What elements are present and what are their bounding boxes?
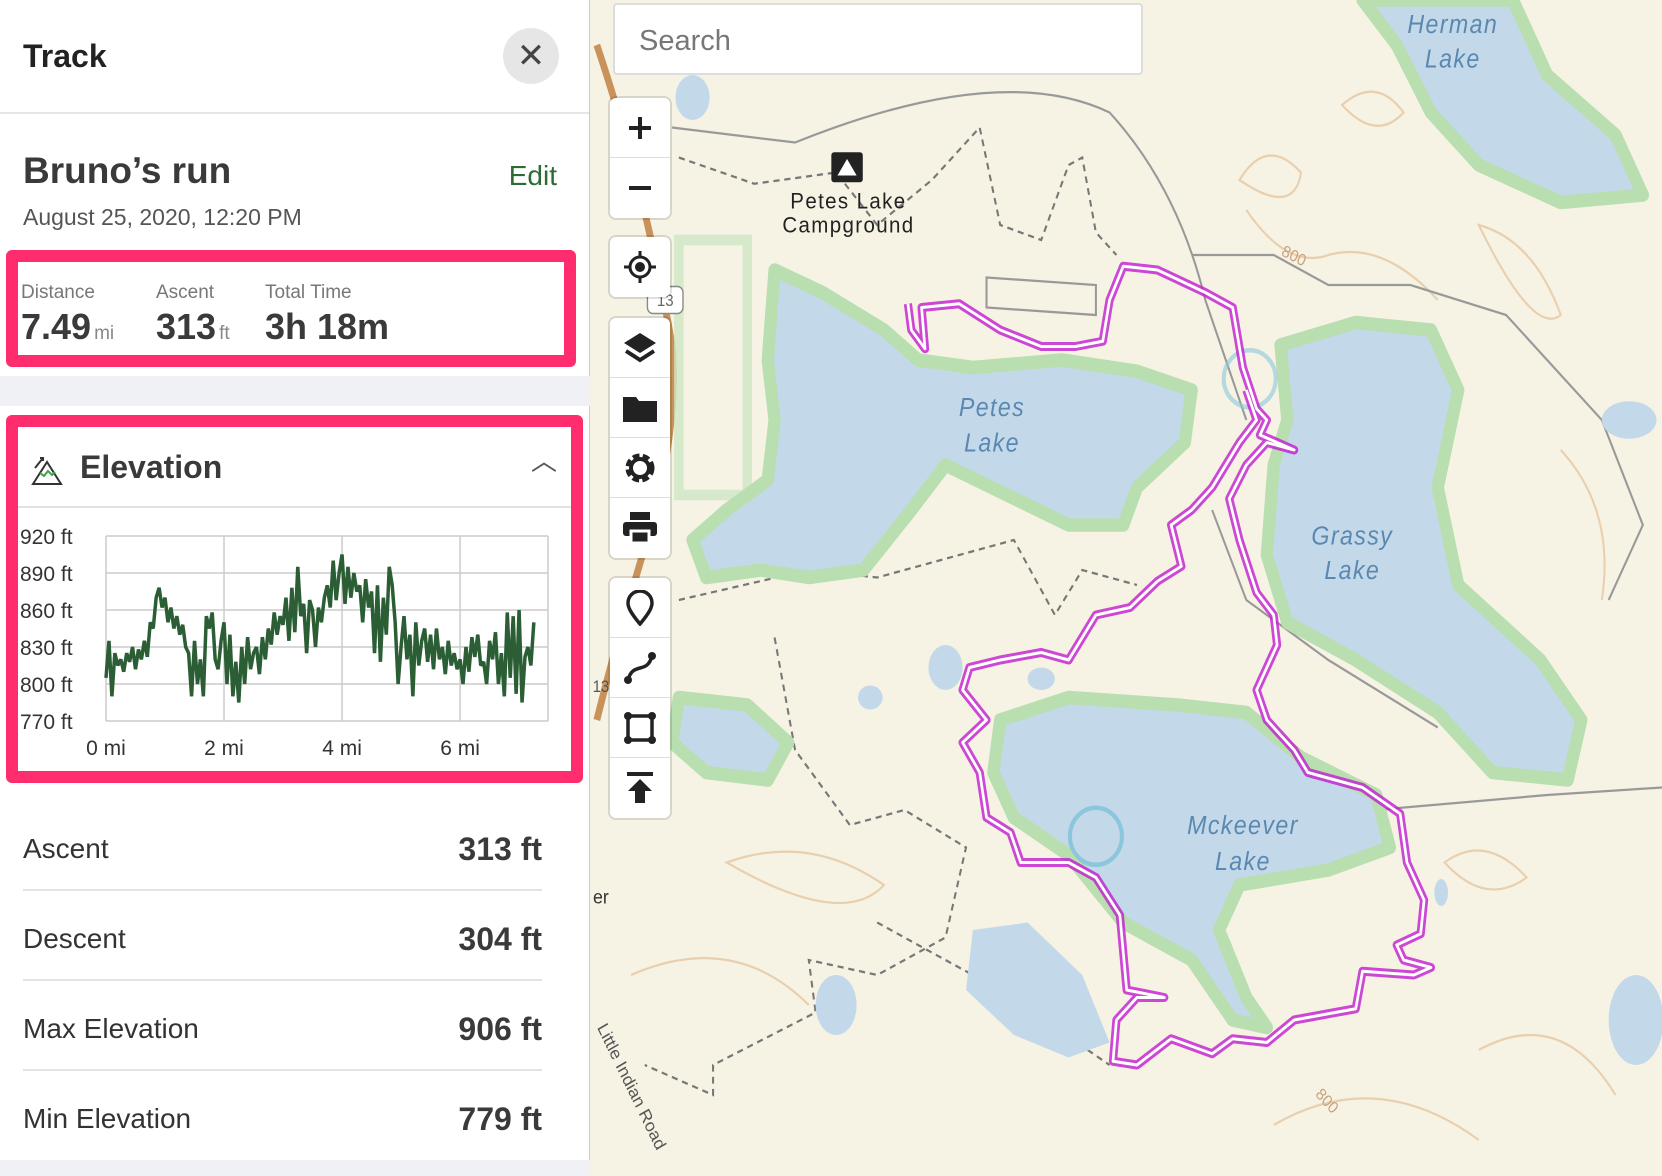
polygon-square-icon: [624, 711, 656, 744]
summary-stats-highlight: Distance 7.49 mi Ascent 313 ft Total Time 3h …: [6, 250, 576, 367]
stat-row-max-elevation: Max Elevation 906 ft: [23, 981, 542, 1071]
x-tick-label: 0 mi: [86, 737, 126, 760]
panel-footer: [0, 1160, 590, 1176]
y-tick-label: 890 ft: [20, 563, 73, 586]
x-tick-label: 6 mi: [440, 737, 480, 760]
section-divider: [0, 376, 590, 406]
y-tick-label: 830 ft: [20, 637, 73, 660]
x-tick-label: 4 mi: [322, 737, 362, 760]
layers-button[interactable]: [610, 318, 670, 378]
stat-row-value: 906 ft: [458, 1011, 542, 1047]
map-label-mckeever-lake: Mckeever: [1187, 812, 1299, 840]
map-label-campground: Petes Lake: [790, 189, 906, 214]
stat-label: Distance: [21, 282, 95, 303]
elevation-title: Elevation: [80, 449, 223, 485]
elevation-header[interactable]: Elevation ︿: [18, 427, 571, 508]
stat-value: 7.49: [21, 306, 92, 347]
map-label-petes-lake: Petes: [959, 394, 1025, 422]
y-tick-label: 800 ft: [20, 674, 73, 697]
map-label-mckeever-lake: Lake: [1215, 848, 1271, 876]
gear-icon: [625, 453, 655, 482]
map-pin-icon: [626, 589, 654, 626]
map-label-herman-lake: Herman: [1407, 11, 1498, 39]
panel-title: Track: [23, 38, 107, 74]
close-button[interactable]: ✕: [503, 28, 559, 84]
zoom-controls: [610, 98, 670, 218]
stat-row-label: Min Elevation: [23, 1103, 192, 1134]
stat-row-value: 313 ft: [458, 831, 542, 867]
print-button[interactable]: [610, 498, 670, 558]
panel-header: Track ✕: [0, 0, 589, 114]
settings-button[interactable]: [610, 438, 670, 498]
stat-row-min-elevation: Min Elevation 779 ft: [23, 1071, 542, 1161]
stat-value: 313: [156, 306, 217, 347]
upload-icon: [627, 772, 653, 803]
stat-label: Total Time: [265, 282, 352, 303]
add-marker-button[interactable]: [610, 578, 670, 638]
stat-row-value: 304 ft: [458, 921, 542, 957]
stat-row-label: Max Elevation: [23, 1013, 199, 1044]
stat-row-label: Descent: [23, 923, 126, 954]
stat-row-descent: Descent 304 ft: [23, 891, 542, 981]
stat-unit: mi: [94, 323, 115, 344]
edit-link[interactable]: Edit: [509, 160, 557, 192]
folder-button[interactable]: [610, 378, 670, 438]
stat-ascent: Ascent 313 ft: [156, 282, 230, 348]
stat-value: 3h 18m: [265, 306, 390, 347]
drawing-tools: [610, 578, 670, 818]
search-input[interactable]: Search: [613, 3, 1143, 75]
map-label-petes-lake: Lake: [964, 430, 1020, 458]
elevation-chart[interactable]: 920 ft 890 ft 860 ft 830 ft 800 ft 770 ft 0 mi…: [18, 512, 571, 770]
stat-row-value: 779 ft: [458, 1101, 542, 1137]
zoom-out-button[interactable]: [610, 158, 670, 218]
stat-label: Ascent: [156, 282, 215, 303]
map-label-grassy-lake: Grassy: [1311, 523, 1393, 551]
draw-route-button[interactable]: [610, 638, 670, 698]
plus-icon: [629, 116, 651, 139]
stat-row-label: Ascent: [23, 833, 109, 864]
route-shield-label: 13: [593, 679, 610, 697]
campground-icon[interactable]: [831, 152, 863, 183]
stat-row-ascent: Ascent 313 ft: [23, 801, 542, 891]
map-label-partial: er: [593, 886, 609, 908]
upload-button[interactable]: [610, 758, 670, 818]
y-tick-label: 770 ft: [20, 711, 73, 734]
map-label-herman-lake: Lake: [1425, 46, 1481, 74]
layers-icon: [624, 332, 656, 362]
stat-distance: Distance 7.49 mi: [21, 282, 114, 348]
track-date: August 25, 2020, 12:20 PM: [23, 204, 302, 230]
x-tick-label: 2 mi: [204, 737, 244, 760]
map-canvas[interactable]: 13 13 er Petes Lake Campground Petes Lak…: [590, 0, 1662, 1176]
crosshair-icon: [624, 251, 656, 283]
y-tick-label: 920 ft: [20, 526, 73, 549]
draw-area-button[interactable]: [610, 698, 670, 758]
printer-icon: [623, 512, 657, 545]
track-panel: Track ✕ Bruno’s run Edit August 25, 2020…: [0, 0, 590, 1176]
stat-total-time: Total Time 3h 18m: [265, 282, 389, 348]
track-name: Bruno’s run: [23, 150, 232, 191]
elevation-section: Elevation ︿ 920 ft 890 ft 860 ft 830 ft 800 …: [6, 415, 583, 783]
locate-button[interactable]: [610, 237, 670, 297]
y-tick-label: 860 ft: [20, 600, 73, 623]
route-curve-icon: [624, 651, 656, 684]
stat-unit: ft: [219, 323, 230, 344]
locate-control: [610, 237, 670, 297]
close-icon: ✕: [516, 37, 546, 75]
map-label-campground: Campground: [782, 213, 914, 238]
mountain-elevation-icon: [31, 457, 63, 485]
map-tools: [610, 318, 670, 558]
map-label-grassy-lake: Lake: [1324, 557, 1380, 585]
minus-icon: [629, 186, 651, 190]
search-placeholder: Search: [639, 25, 731, 57]
zoom-in-button[interactable]: [610, 98, 670, 158]
chevron-up-icon[interactable]: ︿: [531, 441, 557, 478]
elevation-line: [104, 554, 536, 703]
folder-icon: [623, 396, 657, 422]
